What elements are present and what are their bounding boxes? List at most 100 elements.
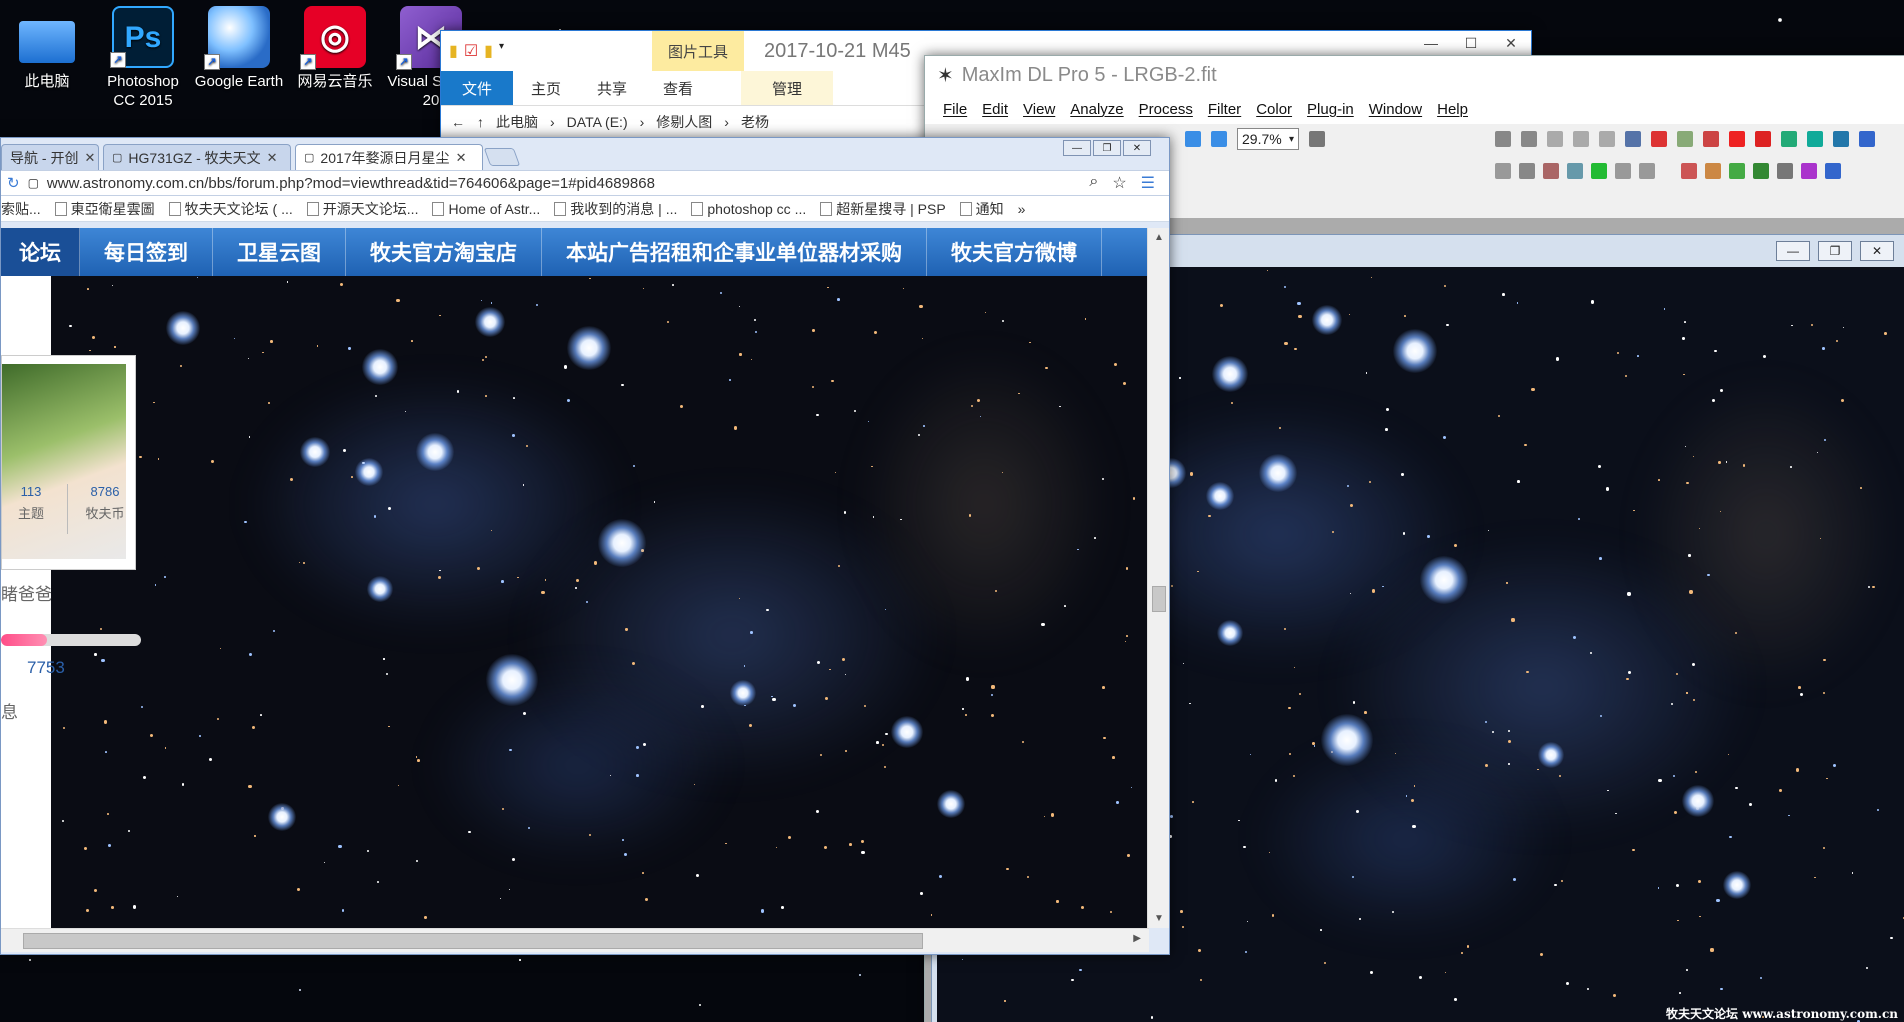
- calibrate-icon[interactable]: [1573, 131, 1589, 147]
- up-arrow-icon[interactable]: ↑: [477, 114, 484, 130]
- back-arrow-icon[interactable]: ←: [451, 114, 465, 130]
- close-icon[interactable]: ✕: [1491, 31, 1531, 55]
- menu-filter[interactable]: Filter: [1208, 101, 1241, 118]
- username-text[interactable]: 睹爸爸: [1, 580, 52, 605]
- ribbon-tab-home[interactable]: 主页: [513, 71, 579, 105]
- bookmark-item[interactable]: 我收到的消息 | ...: [554, 199, 677, 219]
- context-help-icon[interactable]: [1309, 131, 1325, 147]
- channels-icon[interactable]: [1729, 163, 1745, 179]
- tab-close-icon[interactable]: ✕: [456, 150, 467, 166]
- desktop-icon-netease-music[interactable]: ◎ ↗ 网易云音乐: [288, 0, 382, 116]
- tab-close-icon[interactable]: ✕: [84, 150, 95, 166]
- crosshair-icon[interactable]: [1651, 131, 1667, 147]
- ribbon-tab-share[interactable]: 共享: [579, 71, 645, 105]
- browser-tab-active[interactable]: ▢ 2017年婺源日月星尘 ✕: [295, 144, 483, 170]
- ribbon-tab-manage[interactable]: 管理: [741, 71, 833, 105]
- scroll-thumb[interactable]: [23, 933, 923, 949]
- folder-icon[interactable]: ▮: [449, 41, 458, 61]
- minimize-icon[interactable]: —: [1411, 31, 1451, 55]
- block-icon[interactable]: [1519, 163, 1535, 179]
- nav-advertising[interactable]: 本站广告招租和企事业单位器材采购: [542, 228, 927, 276]
- bookmarks-overflow-icon[interactable]: »: [1018, 201, 1026, 217]
- bookmark-item[interactable]: photoshop cc ...: [691, 201, 806, 217]
- tab-close-icon[interactable]: ✕: [267, 150, 278, 166]
- menu-window[interactable]: Window: [1369, 101, 1422, 118]
- menu-plugin[interactable]: Plug-in: [1307, 101, 1354, 118]
- color-balance-icon[interactable]: [1681, 163, 1697, 179]
- target-icon[interactable]: [1755, 131, 1771, 147]
- bookmark-item[interactable]: 索贴...: [1, 199, 41, 219]
- levels-icon[interactable]: [1705, 163, 1721, 179]
- properties-icon[interactable]: ☑: [464, 41, 478, 61]
- nav-daily-checkin[interactable]: 每日签到: [80, 228, 213, 276]
- nav-taobao-store[interactable]: 牧夫官方淘宝店: [346, 228, 542, 276]
- desktop-icon-google-earth[interactable]: ↗ Google Earth: [192, 0, 286, 116]
- browser-window[interactable]: 导航 - 开创 ✕ ▢ HG731GZ - 牧夫天文 ✕ ▢ 2017年婺源日月…: [0, 137, 1170, 955]
- rotate-icon[interactable]: [1495, 163, 1511, 179]
- bookmark-item[interactable]: 牧夫天文论坛 ( ...: [169, 199, 293, 219]
- combine-color-icon[interactable]: [1753, 163, 1769, 179]
- zoom-select[interactable]: 29.7% ▾: [1237, 128, 1299, 150]
- layout-icon[interactable]: [1833, 131, 1849, 147]
- star-icon[interactable]: ☆: [1112, 173, 1126, 193]
- bookmark-item[interactable]: 通知: [960, 199, 1004, 219]
- path-segment[interactable]: 修剔人图: [656, 112, 712, 132]
- scroll-up-icon[interactable]: ▲: [1154, 232, 1164, 243]
- restore-icon[interactable]: ❐: [1818, 241, 1852, 261]
- bookmark-item[interactable]: 开源天文论坛...: [307, 199, 419, 219]
- copy-icon[interactable]: [1625, 131, 1641, 147]
- camera-control-icon[interactable]: [1495, 131, 1511, 147]
- flip-icon[interactable]: [1543, 163, 1559, 179]
- zoom-in-icon[interactable]: [1185, 131, 1201, 147]
- stat-coins[interactable]: 8786 牧夫币: [75, 484, 135, 522]
- observatory-icon[interactable]: [1521, 131, 1537, 147]
- picture-tools-tab[interactable]: 图片工具: [652, 31, 744, 71]
- url-text[interactable]: www.astronomy.com.cn/bbs/forum.php?mod=v…: [47, 175, 1081, 192]
- bookmark-item[interactable]: 超新星搜寻 | PSP: [820, 199, 945, 219]
- avatar[interactable]: [2, 364, 126, 559]
- browser-tab[interactable]: 导航 - 开创 ✕: [1, 144, 99, 170]
- restore-icon[interactable]: ❐: [1093, 140, 1121, 156]
- path-segment[interactable]: DATA (E:): [567, 114, 628, 130]
- ribbon-tab-file[interactable]: 文件: [441, 71, 513, 105]
- menu-color[interactable]: Color: [1256, 101, 1292, 118]
- resize-icon[interactable]: [1639, 163, 1655, 179]
- ribbon-tab-view[interactable]: 查看: [645, 71, 711, 105]
- desktop-icon-photoshop[interactable]: Ps ↗ Photoshop CC 2015: [96, 0, 190, 116]
- square-icon[interactable]: [1859, 131, 1875, 147]
- maximize-icon[interactable]: ☐: [1451, 31, 1491, 55]
- menu-analyze[interactable]: Analyze: [1070, 101, 1123, 118]
- stat-topics[interactable]: 113 主题: [11, 484, 51, 522]
- zoom-out-icon[interactable]: [1211, 131, 1227, 147]
- menu-help[interactable]: Help: [1437, 101, 1468, 118]
- menu-view[interactable]: View: [1023, 101, 1055, 118]
- path-segment[interactable]: 此电脑: [496, 112, 538, 132]
- align-icon[interactable]: [1807, 131, 1823, 147]
- curves-icon[interactable]: [1777, 163, 1793, 179]
- mirror-icon[interactable]: [1567, 163, 1583, 179]
- chevron-down-icon[interactable]: ▾: [499, 41, 504, 61]
- author-avatar-card[interactable]: [1, 355, 136, 570]
- nav-weibo[interactable]: 牧夫官方微博: [927, 228, 1102, 276]
- saturation-icon[interactable]: [1801, 163, 1817, 179]
- flask-icon[interactable]: [1599, 131, 1615, 147]
- path-segment[interactable]: 老杨: [741, 112, 769, 132]
- bookmark-item[interactable]: Home of Astr...: [432, 201, 540, 217]
- pleiades-image-post[interactable]: [51, 276, 1149, 928]
- play-icon[interactable]: [1591, 163, 1607, 179]
- rgb-icon[interactable]: [1825, 163, 1841, 179]
- search-zoom-icon[interactable]: ⌕: [1089, 173, 1098, 193]
- minimize-icon[interactable]: —: [1063, 140, 1091, 156]
- vertical-scrollbar[interactable]: ▲ ▼: [1147, 228, 1169, 928]
- new-tab-button[interactable]: [483, 148, 521, 166]
- horizontal-scrollbar[interactable]: ▶: [1, 928, 1149, 952]
- nav-forum[interactable]: 论坛: [1, 228, 80, 276]
- scroll-right-icon[interactable]: ▶: [1133, 933, 1141, 944]
- browser-tab[interactable]: ▢ HG731GZ - 牧夫天文 ✕: [103, 144, 291, 170]
- crop-icon[interactable]: [1615, 163, 1631, 179]
- new-folder-icon[interactable]: ▮: [484, 41, 493, 61]
- browser-address-bar[interactable]: ↻ ▢ www.astronomy.com.cn/bbs/forum.php?m…: [1, 170, 1169, 196]
- desktop-icon-this-pc[interactable]: 此电脑: [0, 0, 94, 116]
- scroll-down-icon[interactable]: ▼: [1154, 913, 1164, 924]
- reload-icon[interactable]: ↻: [7, 174, 20, 192]
